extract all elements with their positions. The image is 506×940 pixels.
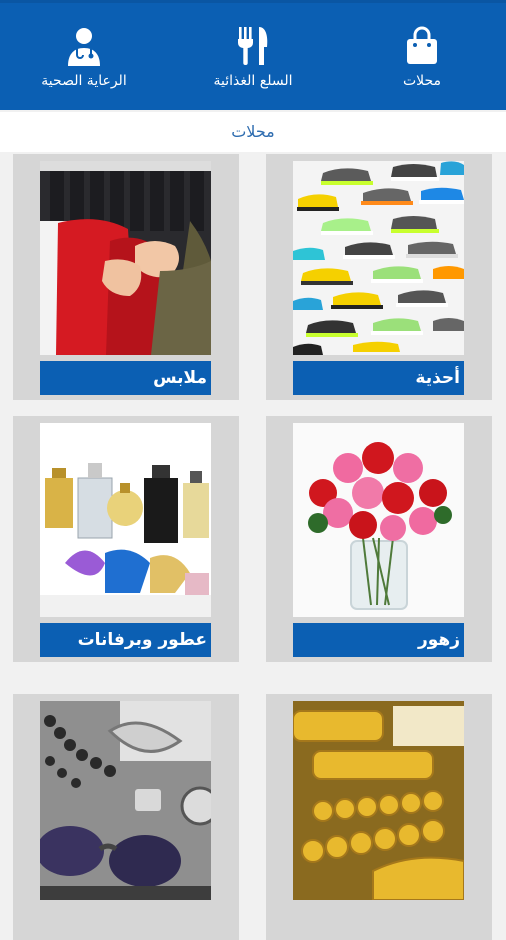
category-card-clothes[interactable]: ملابس bbox=[13, 154, 239, 400]
top-navigation-bar: محلات السلع الغذائية الرعاية الصحية bbox=[0, 0, 506, 110]
nav-food[interactable]: السلع الغذائية bbox=[169, 3, 337, 110]
nav-healthcare-label: الرعاية الصحية bbox=[41, 73, 127, 89]
category-card-perfumes[interactable]: عطور وبرفانات bbox=[13, 416, 239, 662]
category-label-clothes: ملابس bbox=[40, 361, 211, 395]
nav-healthcare[interactable]: الرعاية الصحية bbox=[0, 3, 168, 110]
nav-shops-label: محلات bbox=[402, 73, 442, 89]
gold-jewelry-photo bbox=[293, 701, 464, 900]
nav-shops[interactable]: محلات bbox=[338, 3, 506, 110]
perfume-bottles-photo bbox=[40, 423, 211, 617]
doctor-icon bbox=[66, 25, 102, 67]
fork-knife-icon bbox=[235, 25, 271, 67]
clothing-rack-photo bbox=[40, 161, 211, 355]
nav-food-label: السلع الغذائية bbox=[213, 73, 293, 89]
category-card-shoes[interactable]: أحذية bbox=[266, 154, 492, 400]
accessories-photo bbox=[40, 701, 211, 900]
section-title: محلات bbox=[0, 112, 506, 152]
category-label-perfumes: عطور وبرفانات bbox=[40, 623, 211, 657]
category-card-flowers[interactable]: زهور bbox=[266, 416, 492, 662]
category-label-flowers: زهور bbox=[293, 623, 464, 657]
sneakers-photo bbox=[293, 161, 464, 355]
category-card-gold[interactable] bbox=[266, 694, 492, 940]
shopping-bag-icon bbox=[404, 25, 440, 67]
category-card-accessories[interactable] bbox=[13, 694, 239, 940]
rose-bouquet-photo bbox=[293, 423, 464, 617]
category-label-shoes: أحذية bbox=[293, 361, 464, 395]
